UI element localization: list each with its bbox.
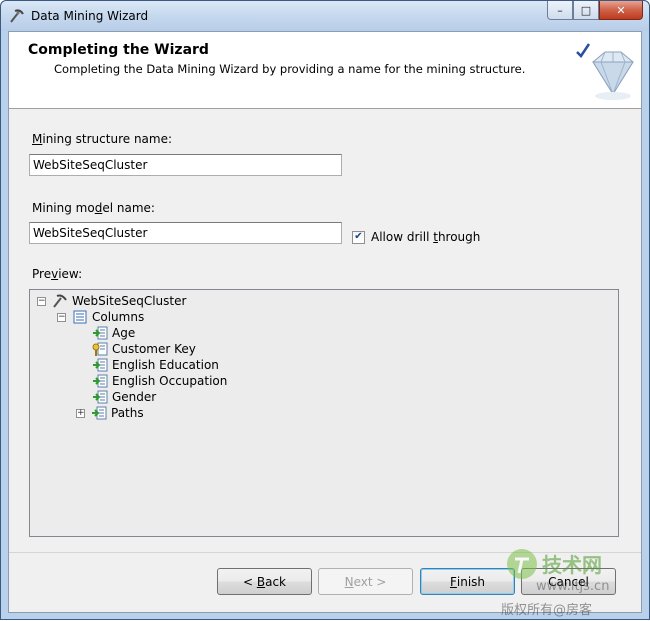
back-label-post: ack: [265, 574, 286, 589]
collapse-icon[interactable]: −: [37, 296, 46, 306]
tree-node-gender[interactable]: Gender: [92, 389, 156, 405]
allow-drill-through-checkbox[interactable]: ✔: [352, 230, 365, 244]
structure-name-hotkey: M: [32, 132, 43, 146]
drill-label-post: hrough: [437, 230, 481, 244]
tree-node-english-education[interactable]: English Education: [92, 357, 219, 373]
model-name-input[interactable]: WebSiteSeqCluster: [29, 222, 342, 244]
preview-label-pre: Pre: [32, 267, 52, 281]
site-watermark: 技术网 www.itjs.cn 版权所有@房客: [501, 545, 646, 621]
tree-node-english-occupation[interactable]: English Occupation: [92, 373, 227, 389]
preview-label-post: iew:: [58, 267, 83, 281]
maximize-button[interactable]: □: [573, 1, 599, 20]
window-title: Data Mining Wizard: [31, 9, 149, 23]
watermark-rights: 版权所有@房客: [501, 603, 593, 618]
finish-label-post: inish: [456, 574, 486, 589]
tree-item-label: Customer Key: [112, 342, 196, 356]
tree-node-customer-key[interactable]: Customer Key: [92, 341, 196, 357]
watermark-url: www.itjs.cn: [536, 579, 610, 594]
watermark-brand: 技术网: [542, 553, 602, 577]
tree-item-label: English Education: [112, 358, 219, 372]
input-column-icon: [93, 358, 108, 372]
back-label-pre: <: [242, 574, 257, 589]
page-subtitle: Completing the Data Mining Wizard by pro…: [54, 62, 526, 76]
next-label-post: ext >: [353, 574, 387, 589]
tree-node-paths[interactable]: + Paths: [76, 405, 144, 421]
maximize-icon: □: [580, 3, 592, 17]
close-button[interactable]: ✕: [599, 1, 643, 20]
back-hotkey: B: [256, 574, 266, 589]
structure-name-label-text: ining structure name:: [42, 132, 173, 146]
preview-tree[interactable]: − WebSiteSeqCluster − Columns Age Custom…: [29, 289, 619, 537]
allow-drill-through-option[interactable]: ✔ Allow drill through: [352, 230, 480, 244]
tree-item-label: Age: [112, 326, 136, 340]
wizard-header: Completing the Wizard Completing the Dat…: [9, 32, 641, 109]
structure-name-input[interactable]: WebSiteSeqCluster: [29, 154, 342, 176]
model-name-label-pre: Mining mo: [32, 201, 95, 215]
model-name-label: Mining model name:: [32, 201, 155, 215]
preview-label: Preview:: [32, 267, 82, 281]
window-controls: – □ ✕: [547, 1, 643, 21]
wizard-client-area: Completing the Wizard Completing the Dat…: [8, 31, 642, 613]
structure-name-label: Mining structure name:: [32, 132, 172, 146]
checkmark-icon: ✔: [354, 231, 363, 242]
tree-node-columns-label: Columns: [92, 310, 145, 324]
minimize-icon: –: [557, 3, 563, 17]
watermark-logo-icon: [507, 549, 537, 579]
back-button[interactable]: < Back: [217, 568, 312, 595]
close-icon: ✕: [616, 3, 626, 17]
tree-node-age[interactable]: Age: [92, 325, 135, 341]
page-title: Completing the Wizard: [28, 42, 209, 58]
tree-item-label: Gender: [112, 390, 157, 404]
title-bar[interactable]: Data Mining Wizard – □ ✕: [1, 1, 649, 31]
tree-node-root[interactable]: − WebSiteSeqCluster: [37, 293, 186, 309]
input-column-icon: [93, 390, 108, 404]
input-column-icon: [93, 326, 108, 340]
drill-label-pre: Allow drill: [371, 230, 434, 244]
tree-item-label: English Occupation: [112, 374, 228, 388]
collapse-icon[interactable]: −: [57, 312, 66, 322]
data-mining-icon: [10, 9, 24, 23]
next-button[interactable]: Next >: [318, 568, 413, 595]
tree-item-label: Paths: [111, 406, 144, 420]
nested-table-icon: [92, 406, 107, 420]
expand-icon[interactable]: +: [76, 408, 85, 418]
finish-hotkey: F: [449, 574, 457, 589]
minimize-button[interactable]: –: [547, 1, 573, 20]
columns-folder-icon: [73, 310, 87, 324]
model-name-label-post: el name:: [102, 201, 155, 215]
diamond-check-icon: [576, 43, 634, 100]
key-column-icon: [92, 342, 108, 356]
tree-node-root-label: WebSiteSeqCluster: [72, 294, 187, 308]
wizard-window: Data Mining Wizard – □ ✕ Completing the …: [0, 0, 650, 620]
next-hotkey: N: [344, 574, 354, 589]
allow-drill-through-label: Allow drill through: [371, 230, 480, 244]
tree-node-columns[interactable]: − Columns: [57, 309, 144, 325]
mining-structure-icon: [53, 294, 67, 308]
input-column-icon: [93, 374, 108, 388]
